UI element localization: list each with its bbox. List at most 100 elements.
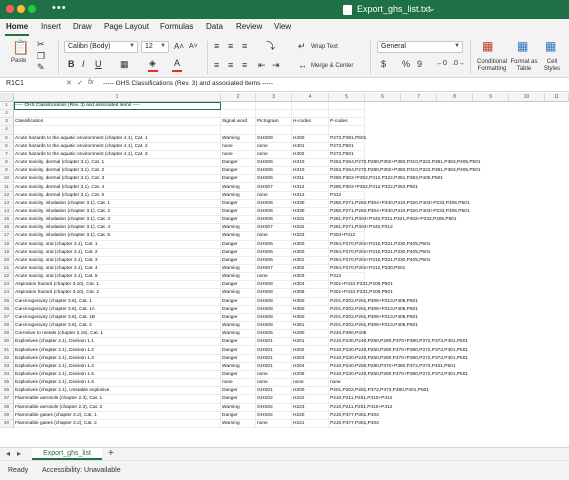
empty-cell[interactable] xyxy=(509,289,545,298)
table-cell[interactable]: P261,P271,P304+P340,P311,P321,P403+P233,… xyxy=(329,216,457,225)
empty-cell[interactable] xyxy=(545,134,569,143)
font-size-select[interactable]: 12 ▼ xyxy=(141,41,169,53)
empty-cell[interactable] xyxy=(545,281,569,290)
table-cell[interactable]: Explosives (chapter 2.1), Division 1.6 xyxy=(14,379,221,388)
zoom-window-button[interactable] xyxy=(28,5,36,13)
table-cell[interactable]: P234,P390,P406 xyxy=(329,330,366,339)
table-cell[interactable]: P210,P230,P240,P250,P280,P370+P380,P372,… xyxy=(329,354,468,363)
empty-cell[interactable] xyxy=(437,142,473,151)
next-sheet-icon[interactable]: ▸ xyxy=(17,449,21,458)
empty-cell[interactable] xyxy=(473,273,509,282)
table-cell[interactable]: Danger xyxy=(221,370,256,380)
title-chevron-icon[interactable]: ⌄ xyxy=(428,3,436,14)
empty-cell[interactable] xyxy=(473,289,509,298)
column-header[interactable]: 3 xyxy=(256,93,292,102)
table-cell[interactable] xyxy=(14,110,221,119)
empty-cell[interactable] xyxy=(545,289,569,298)
empty-cell[interactable] xyxy=(437,403,473,412)
empty-cell[interactable] xyxy=(509,102,545,111)
table-cell[interactable]: P210,P240,P250,P280,P370+P380,P372,P373,… xyxy=(329,362,456,371)
table-cell[interactable]: Warning xyxy=(221,419,256,428)
table-cell[interactable] xyxy=(14,126,221,135)
empty-cell[interactable] xyxy=(545,224,569,233)
table-cell[interactable]: GHS08 xyxy=(256,289,292,298)
table-cell[interactable]: H313 xyxy=(292,191,329,200)
table-cell[interactable]: H402 xyxy=(292,150,329,160)
empty-cell[interactable] xyxy=(365,110,401,119)
empty-cell[interactable] xyxy=(401,126,437,135)
table-cell[interactable]: Danger xyxy=(221,256,256,265)
empty-cell[interactable] xyxy=(545,183,569,192)
empty-cell[interactable] xyxy=(509,110,545,119)
empty-cell[interactable] xyxy=(473,191,509,200)
empty-cell[interactable] xyxy=(437,118,473,127)
empty-cell[interactable] xyxy=(437,289,473,298)
borders-icon[interactable]: ▦ xyxy=(120,60,129,69)
table-cell[interactable]: Acute toxicity, oral (chapter 3.1), Cat.… xyxy=(14,248,221,257)
empty-cell[interactable] xyxy=(437,134,473,143)
empty-cell[interactable] xyxy=(509,142,545,151)
table-cell[interactable]: H203 xyxy=(292,354,329,363)
table-cell[interactable]: Acute toxicity, inhalation (chapter 3.1)… xyxy=(14,216,221,225)
table-cell[interactable]: H330 xyxy=(292,207,329,217)
table-cell[interactable]: P210,P377,P381,P403 xyxy=(329,419,379,428)
table-cell[interactable]: Acute toxicity, oral (chapter 3.1), Cat.… xyxy=(14,240,221,249)
row-header[interactable]: 20 xyxy=(0,256,14,265)
empty-cell[interactable] xyxy=(401,232,437,241)
empty-cell[interactable] xyxy=(473,419,509,428)
underline-button[interactable]: U xyxy=(95,60,102,69)
empty-cell[interactable] xyxy=(545,411,569,420)
table-cell[interactable]: H333 xyxy=(292,232,329,241)
table-cell[interactable]: GHS06 xyxy=(256,248,292,257)
empty-cell[interactable] xyxy=(365,134,401,143)
table-cell[interactable]: H202 xyxy=(292,346,329,355)
font-name-select[interactable]: Calibri (Body) ▼ xyxy=(64,41,138,53)
empty-cell[interactable] xyxy=(401,379,437,388)
row-header[interactable]: 27 xyxy=(0,313,14,323)
column-header[interactable]: 11 xyxy=(545,93,569,102)
empty-cell[interactable] xyxy=(365,102,401,111)
table-cell[interactable] xyxy=(329,110,365,119)
table-cell[interactable] xyxy=(256,102,292,111)
empty-cell[interactable] xyxy=(473,330,509,339)
table-cell[interactable]: H200 xyxy=(292,387,329,396)
empty-cell[interactable] xyxy=(509,191,545,200)
column-header[interactable]: 4 xyxy=(292,93,329,102)
table-cell[interactable]: P262,P264,P270,P280,P302+P350,P310,P322,… xyxy=(329,167,481,176)
table-cell[interactable]: P312 xyxy=(329,273,365,282)
table-cell[interactable]: GHS01 xyxy=(256,354,292,363)
empty-cell[interactable] xyxy=(545,118,569,127)
empty-cell[interactable] xyxy=(545,338,569,347)
table-cell[interactable]: Carcinogenicity (chapter 3.6), Cat. 1A xyxy=(14,305,221,314)
table-cell[interactable]: none xyxy=(256,379,292,388)
table-cell[interactable]: GHS06 xyxy=(256,240,292,249)
row-header[interactable]: 19 xyxy=(0,248,14,257)
spreadsheet-grid[interactable]: 1 2 3 4 5 6 7 8 9 10 11 1 ----- GHS Classifications… xyxy=(0,93,569,447)
table-cell[interactable]: Danger xyxy=(221,395,256,404)
align-middle-icon[interactable]: ≡ xyxy=(228,42,233,51)
table-cell[interactable]: none xyxy=(221,379,256,388)
empty-cell[interactable] xyxy=(509,322,545,331)
sheet-tab-export-ghs-list[interactable]: Export_ghs_list xyxy=(32,448,102,460)
table-cell[interactable]: Danger xyxy=(221,411,256,420)
empty-cell[interactable] xyxy=(545,403,569,412)
table-cell[interactable]: Danger xyxy=(221,207,256,217)
table-cell[interactable]: P280,P302+P352,P312,P322,P363,P501 xyxy=(329,183,418,192)
empty-cell[interactable] xyxy=(473,403,509,412)
empty-cell[interactable] xyxy=(473,281,509,290)
empty-cell[interactable] xyxy=(473,224,509,233)
row-header[interactable]: 7 xyxy=(0,150,14,160)
decrease-indent-icon[interactable]: ⇤ xyxy=(258,61,266,70)
row-header[interactable]: 2 xyxy=(0,110,14,119)
table-cell[interactable]: GHS07 xyxy=(256,224,292,233)
empty-cell[interactable] xyxy=(509,281,545,290)
empty-cell[interactable] xyxy=(509,346,545,355)
empty-cell[interactable] xyxy=(437,419,473,428)
empty-cell[interactable] xyxy=(509,419,545,428)
empty-cell[interactable] xyxy=(437,297,473,306)
format-as-table-button[interactable]: Format as Table xyxy=(510,59,538,73)
prev-sheet-icon[interactable]: ◂ xyxy=(6,449,10,458)
row-header[interactable]: 36 xyxy=(0,387,14,396)
orientation-icon[interactable]: ⤵ xyxy=(266,42,275,51)
table-cell[interactable]: P201,P202,P281,P308+P313,P405,P501 xyxy=(329,322,418,331)
